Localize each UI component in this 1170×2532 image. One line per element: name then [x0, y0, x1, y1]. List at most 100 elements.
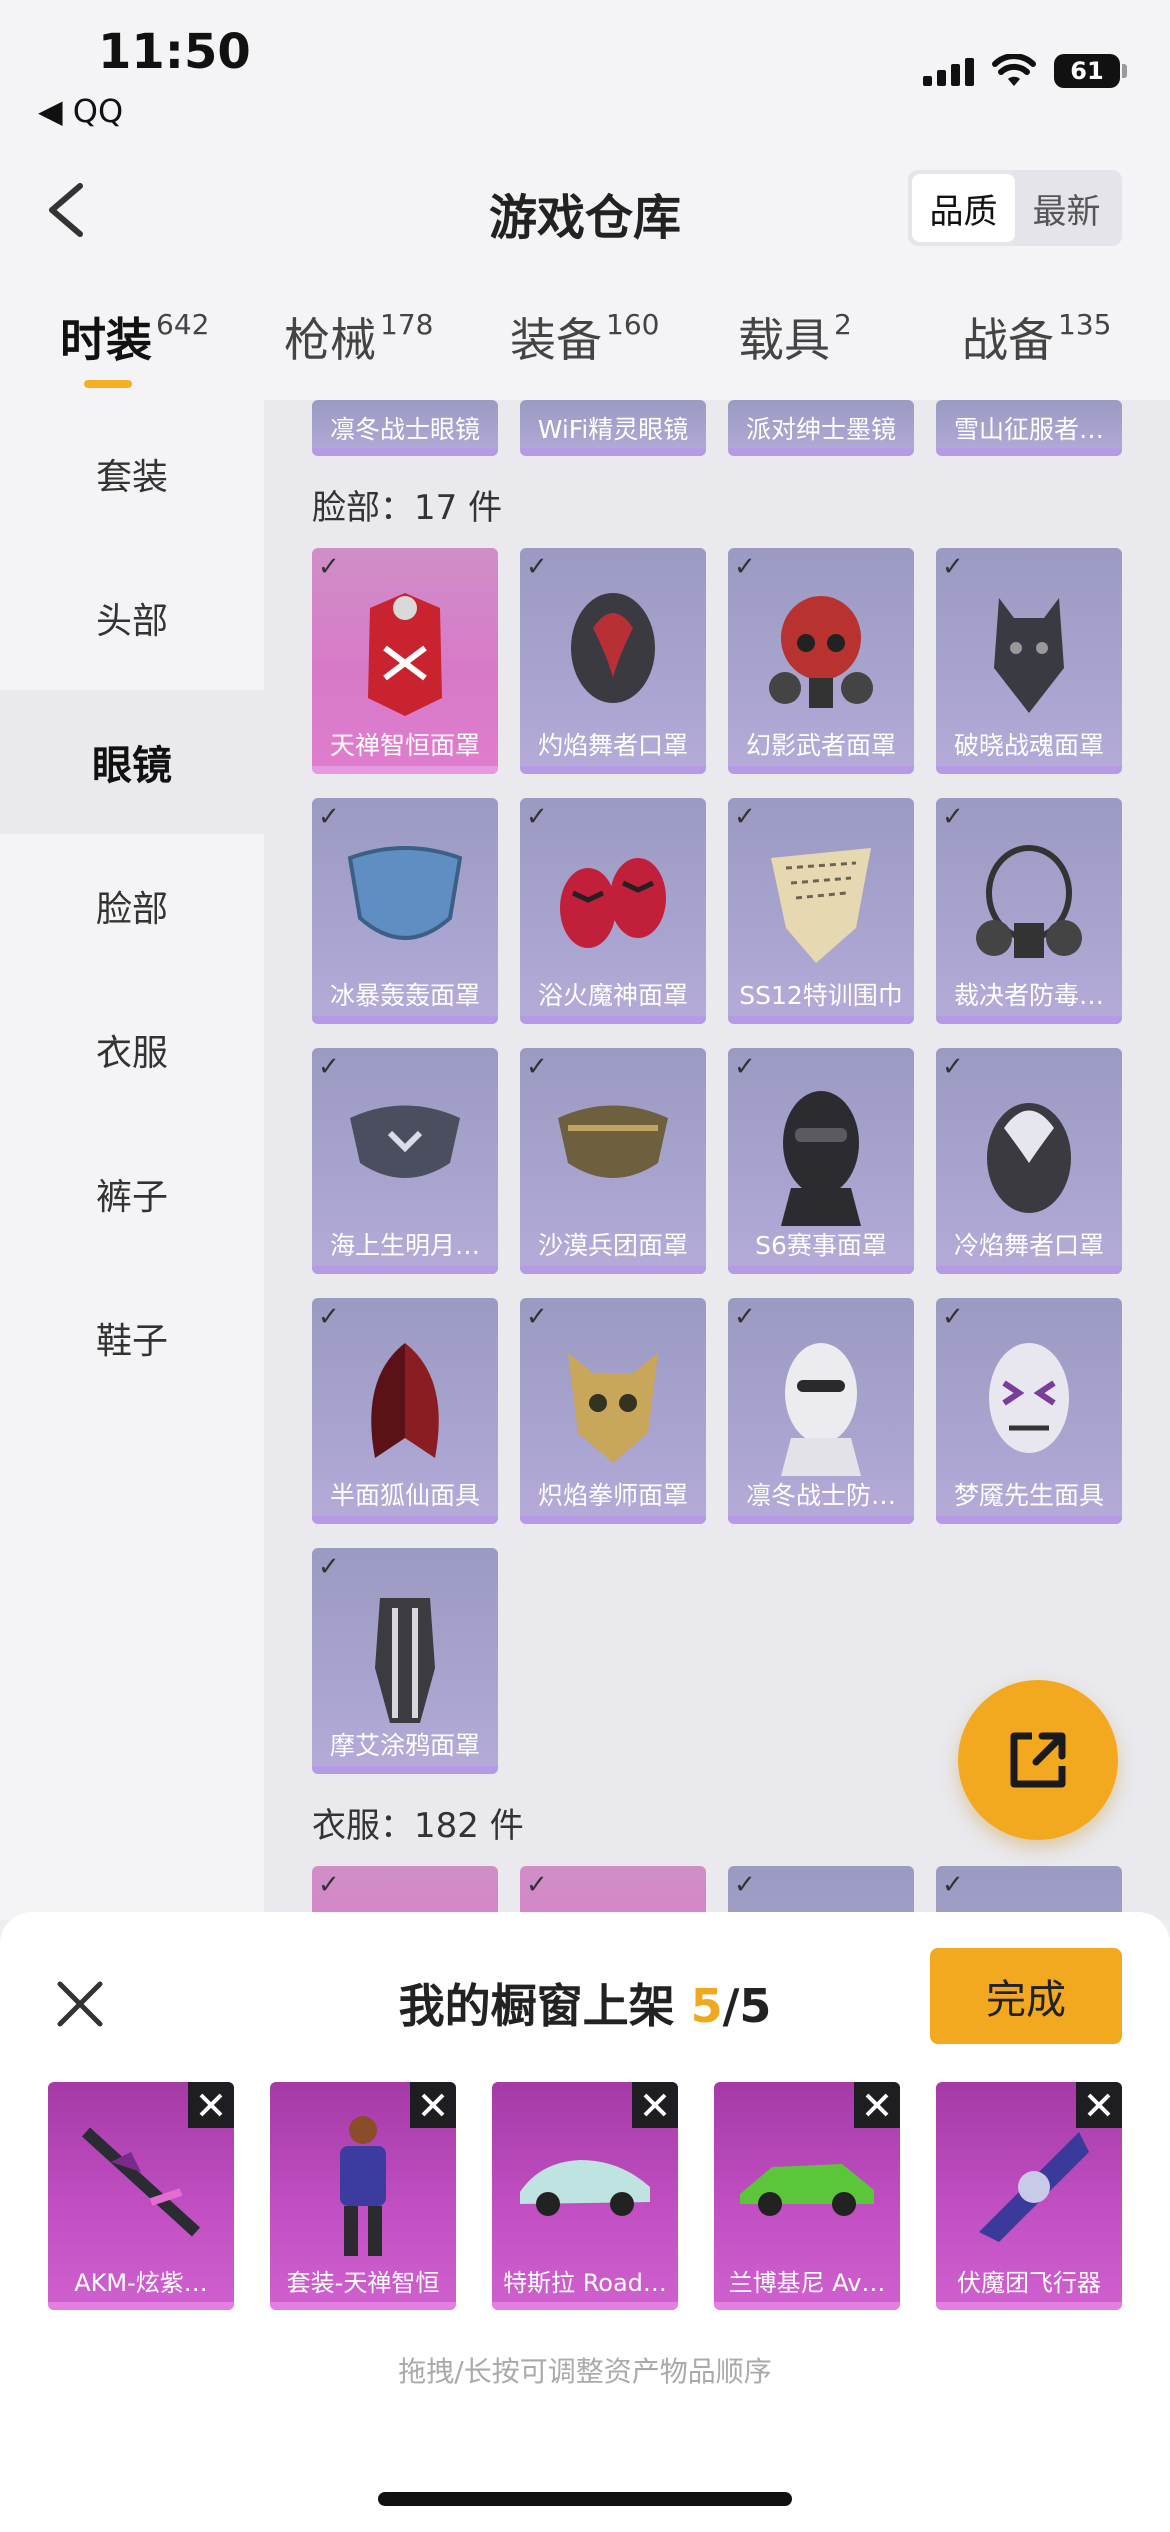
rarity-bar [728, 766, 914, 774]
sidebar-item-sets[interactable]: 套装 [0, 402, 264, 546]
sort-toggle[interactable]: 品质 最新 [908, 170, 1122, 246]
showcase-total: /5 [722, 1979, 772, 2033]
item-card[interactable]: ✓ 半面狐仙面具 [312, 1298, 498, 1524]
showcase-item-name: 伏魔团飞行器 [957, 2268, 1101, 2297]
rarity-bar [312, 766, 498, 774]
tab-count: 160 [606, 308, 660, 341]
item-card[interactable]: ✓ SS12特训围巾 [728, 798, 914, 1024]
tab-equipment[interactable]: 装备 160 [510, 304, 659, 370]
car-icon [740, 2164, 874, 2216]
rarity-bar [48, 2302, 234, 2310]
subcategory-sidebar: 套装 头部 眼镜 脸部 衣服 裤子 鞋子 [0, 400, 264, 1920]
item-name: 摩艾涂鸦面罩 [329, 1731, 480, 1760]
remove-icon[interactable] [854, 2082, 900, 2128]
remove-icon[interactable] [632, 2082, 678, 2128]
sidebar-item-head[interactable]: 头部 [0, 546, 264, 690]
tab-label: 时装 [60, 313, 152, 367]
item-name: 梦魇先生面具 [953, 1481, 1104, 1510]
item-card[interactable]: 雪山征服者… [936, 400, 1122, 456]
tab-fashion[interactable]: 时装 642 [60, 304, 209, 370]
showcase-item[interactable]: AKM-炫紫… [48, 2082, 234, 2310]
item-name: 裁决者防毒… [953, 981, 1104, 1010]
share-button[interactable] [958, 1680, 1118, 1840]
tab-label: 装备 [510, 313, 602, 367]
rifle-icon [81, 2127, 201, 2237]
rarity-bar [492, 2302, 678, 2310]
remove-icon[interactable] [1076, 2082, 1122, 2128]
scarf-icon [771, 848, 871, 963]
section-title-clothes: 衣服：182 件 [312, 1806, 524, 1846]
sidebar-item-face[interactable]: 脸部 [0, 834, 264, 978]
item-card[interactable]: ✓ 沙漠兵团面罩 [520, 1048, 706, 1274]
item-card[interactable]: ✓ 炽焰拳师面罩 [520, 1298, 706, 1524]
mask-icon [558, 1105, 668, 1178]
item-card[interactable]: ✓ 灼焰舞者口罩 [520, 548, 706, 774]
rarity-bar [312, 1766, 498, 1774]
reorder-hint: 拖拽/长按可调整资产物品顺序 [398, 2355, 772, 2388]
check-icon: ✓ [318, 552, 340, 582]
rarity-bar [936, 1266, 1122, 1274]
rarity-bar [312, 1266, 498, 1274]
item-card[interactable]: ✓ 冰暴轰轰面罩 [312, 798, 498, 1024]
item-card[interactable]: ✓ 裁决者防毒… [936, 798, 1122, 1024]
item-card[interactable]: ✓ 破晓战魂面罩 [936, 548, 1122, 774]
item-card[interactable]: WiFi精灵眼镜 [520, 400, 706, 456]
balaclava-icon [781, 1343, 861, 1476]
sort-option-newest[interactable]: 最新 [1015, 174, 1118, 242]
tab-supplies[interactable]: 战备 135 [962, 304, 1111, 370]
item-card[interactable]: ✓ 浴火魔神面罩 [520, 798, 706, 1024]
tab-label: 载具 [738, 313, 830, 367]
active-tab-indicator [84, 380, 132, 388]
sidebar-item-glasses[interactable]: 眼镜 [0, 690, 264, 834]
item-card[interactable]: ✓ 海上生明月… [312, 1048, 498, 1274]
showcase-item[interactable]: 兰博基尼 Av… [714, 2082, 900, 2310]
item-card[interactable]: ✓ 梦魇先生面具 [936, 1298, 1122, 1524]
item-card[interactable]: ✓ 天禅智恒面罩 [312, 548, 498, 774]
tab-count: 178 [380, 308, 434, 341]
mask-icon [368, 593, 442, 716]
item-card[interactable]: ✓ 幻影武者面罩 [728, 548, 914, 774]
character-outfit-icon [340, 2116, 386, 2256]
item-name: 冰暴轰轰面罩 [329, 981, 480, 1010]
sidebar-item-pants[interactable]: 裤子 [0, 1122, 264, 1266]
done-button[interactable]: 完成 [930, 1948, 1122, 2044]
item-card[interactable]: ✓ 凛冬战士防… [728, 1298, 914, 1524]
check-icon: ✓ [318, 1552, 340, 1582]
tab-vehicles[interactable]: 载具 2 [738, 304, 852, 370]
check-icon: ✓ [734, 552, 756, 582]
item-card[interactable]: ✓ 摩艾涂鸦面罩 [312, 1548, 498, 1774]
item-card[interactable]: 派对绅士墨镜 [728, 400, 914, 456]
sidebar-item-shoes[interactable]: 鞋子 [0, 1266, 264, 1410]
skull-mask-icon [568, 1353, 658, 1463]
home-indicator[interactable] [378, 2492, 792, 2506]
showcase-item[interactable]: 伏魔团飞行器 [936, 2082, 1122, 2310]
showcase-item[interactable]: 特斯拉 Road… [492, 2082, 678, 2310]
showcase-item[interactable]: 套装-天禅智恒 [270, 2082, 456, 2310]
item-name: 海上生明月… [329, 1231, 480, 1260]
rarity-bar [312, 1016, 498, 1024]
item-card[interactable]: ✓ S6赛事面罩 [728, 1048, 914, 1274]
check-icon: ✓ [526, 552, 548, 582]
remove-icon[interactable] [188, 2082, 234, 2128]
item-name: 沙漠兵团面罩 [537, 1231, 688, 1260]
check-icon: ✓ [942, 552, 964, 582]
item-name: WiFi精灵眼镜 [537, 415, 689, 444]
showcase-sheet: 我的橱窗上架 5/5 完成 AKM-炫紫… 套装-天禅智恒 特斯拉 Road… … [0, 1912, 1170, 2532]
mask-icon [347, 846, 463, 940]
tab-guns[interactable]: 枪械 178 [284, 304, 433, 370]
sidebar-item-clothes[interactable]: 衣服 [0, 978, 264, 1122]
showcase-item-name: 套装-天禅智恒 [286, 2268, 440, 2297]
remove-icon[interactable] [410, 2082, 456, 2128]
rarity-bar [728, 448, 914, 456]
rarity-bar [728, 1516, 914, 1524]
item-name: 浴火魔神面罩 [537, 981, 688, 1010]
tab-count: 2 [834, 308, 852, 341]
back-to-app-link[interactable]: ◀ QQ [38, 92, 123, 130]
check-icon: ✓ [942, 802, 964, 832]
clown-mask-icon [989, 1343, 1069, 1453]
item-card[interactable]: ✓ 冷焰舞者口罩 [936, 1048, 1122, 1274]
mask-icon [571, 593, 655, 703]
sort-option-quality[interactable]: 品质 [912, 174, 1015, 242]
rarity-bar [936, 1516, 1122, 1524]
item-card[interactable]: 凛冬战士眼镜 [312, 400, 498, 456]
